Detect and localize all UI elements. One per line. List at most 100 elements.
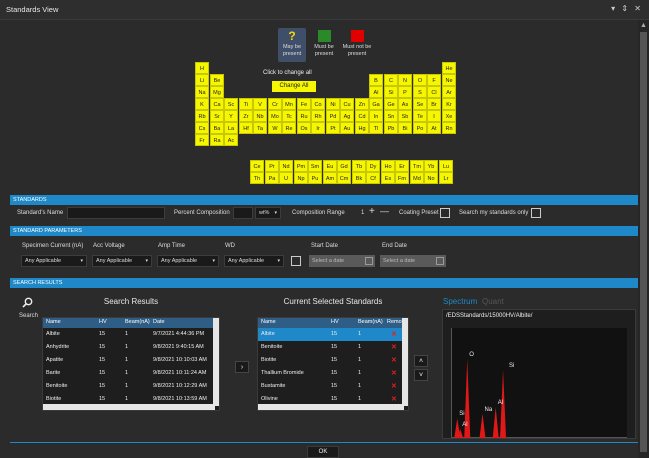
- element-am[interactable]: Am: [323, 172, 337, 184]
- element-md[interactable]: Md: [410, 172, 424, 184]
- table-row[interactable]: Albite 15 1 ✕: [258, 328, 408, 341]
- element-cd[interactable]: Cd: [355, 110, 369, 122]
- unit-dropdown[interactable]: wt% ▾: [255, 207, 281, 219]
- remove-icon[interactable]: ✕: [391, 343, 397, 351]
- element-ga[interactable]: Ga: [369, 98, 383, 110]
- search-icon[interactable]: [22, 297, 33, 310]
- element-pb[interactable]: Pb: [384, 122, 398, 134]
- tab-quant[interactable]: Quant: [482, 297, 504, 306]
- search-results-vscroll[interactable]: [213, 318, 219, 406]
- element-hf[interactable]: Hf: [239, 122, 253, 134]
- change-all-button[interactable]: Change All: [272, 81, 316, 92]
- element-es[interactable]: Es: [381, 172, 395, 184]
- legend-must-be-present[interactable]: Must be present: [311, 30, 337, 58]
- element-ge[interactable]: Ge: [384, 98, 398, 110]
- end-date-picker[interactable]: Select a date: [380, 255, 446, 267]
- element-sm[interactable]: Sm: [308, 160, 322, 172]
- table-row[interactable]: Apatite 15 1 9/8/2021 10:10:03 AM: [43, 354, 219, 367]
- element-fr[interactable]: Fr: [195, 134, 209, 146]
- element-ce[interactable]: Ce: [250, 160, 264, 172]
- current-selected-vscroll[interactable]: [402, 318, 408, 406]
- element-ac[interactable]: Ac: [224, 134, 238, 146]
- table-row[interactable]: Barite 15 1 9/8/2021 10:11:24 AM: [43, 367, 219, 380]
- element-pa[interactable]: Pa: [265, 172, 279, 184]
- element-xe[interactable]: Xe: [442, 110, 456, 122]
- element-al[interactable]: Al: [369, 86, 383, 98]
- composition-range-value[interactable]: 1: [361, 210, 364, 216]
- element-as[interactable]: As: [398, 98, 412, 110]
- remove-icon[interactable]: ✕: [391, 356, 397, 364]
- wd-dropdown[interactable]: Any Applicable ▾: [224, 255, 284, 267]
- window-scrollbar[interactable]: ▲ ▼: [638, 20, 649, 458]
- element-nd[interactable]: Nd: [279, 160, 293, 172]
- element-br[interactable]: Br: [427, 98, 441, 110]
- element-ba[interactable]: Ba: [210, 122, 224, 134]
- scroll-up-icon[interactable]: ▲: [640, 22, 647, 29]
- standards-name-input[interactable]: [67, 207, 165, 219]
- move-down-button[interactable]: ˅: [414, 369, 428, 381]
- scrollbar-thumb[interactable]: [640, 32, 647, 452]
- acc-voltage-dropdown[interactable]: Any Applicable ▾: [92, 255, 152, 267]
- element-cl[interactable]: Cl: [427, 86, 441, 98]
- col-date[interactable]: Date: [153, 319, 165, 325]
- element-rb[interactable]: Rb: [195, 110, 209, 122]
- window-controls[interactable]: ▾ ⇕ ✕: [611, 4, 643, 13]
- range-plus-button[interactable]: +: [369, 206, 375, 217]
- element-sb[interactable]: Sb: [398, 110, 412, 122]
- element-tl[interactable]: Tl: [369, 122, 383, 134]
- element-er[interactable]: Er: [395, 160, 409, 172]
- element-se[interactable]: Se: [413, 98, 427, 110]
- search-results-hscroll[interactable]: [43, 404, 215, 410]
- element-ir[interactable]: Ir: [311, 122, 325, 134]
- element-mg[interactable]: Mg: [210, 86, 224, 98]
- element-cr[interactable]: Cr: [268, 98, 282, 110]
- element-n[interactable]: N: [398, 74, 412, 86]
- element-c[interactable]: C: [384, 74, 398, 86]
- element-cm[interactable]: Cm: [337, 172, 351, 184]
- element-sn[interactable]: Sn: [384, 110, 398, 122]
- search-results-table[interactable]: Name HV Beam(nA) Date Albite 15 1 9/7/2021 …: [42, 317, 220, 411]
- element-ta[interactable]: Ta: [253, 122, 267, 134]
- element-ca[interactable]: Ca: [210, 98, 224, 110]
- current-selected-table[interactable]: Name HV Beam(nA) Remo Albite 15 1 ✕ Benitoit…: [257, 317, 409, 411]
- element-v[interactable]: V: [253, 98, 267, 110]
- table-row[interactable]: Benitoite 15 1 ✕: [258, 341, 408, 354]
- element-co[interactable]: Co: [311, 98, 325, 110]
- coating-preset-checkbox[interactable]: [440, 208, 450, 218]
- table-row[interactable]: Biotite 15 1 ✕: [258, 354, 408, 367]
- table-row[interactable]: Albite 15 1 9/7/2021 4:44:36 PM: [43, 328, 219, 341]
- element-th[interactable]: Th: [250, 172, 264, 184]
- element-zn[interactable]: Zn: [355, 98, 369, 110]
- tab-spectrum[interactable]: Spectrum: [443, 297, 477, 306]
- element-lu[interactable]: Lu: [439, 160, 453, 172]
- element-yb[interactable]: Yb: [424, 160, 438, 172]
- amp-time-dropdown[interactable]: Any Applicable ▾: [157, 255, 219, 267]
- element-lr[interactable]: Lr: [439, 172, 453, 184]
- element-zr[interactable]: Zr: [239, 110, 253, 122]
- element-ra[interactable]: Ra: [210, 134, 224, 146]
- current-selected-hscroll[interactable]: [258, 404, 404, 410]
- move-up-button[interactable]: ˄: [414, 355, 428, 367]
- element-i[interactable]: I: [427, 110, 441, 122]
- remove-icon[interactable]: ✕: [391, 395, 397, 403]
- search-my-standards-checkbox[interactable]: [531, 208, 541, 218]
- element-cu[interactable]: Cu: [340, 98, 354, 110]
- col-beam[interactable]: Beam(nA): [358, 319, 383, 325]
- element-sc[interactable]: Sc: [224, 98, 238, 110]
- element-he[interactable]: He: [442, 62, 456, 74]
- element-pt[interactable]: Pt: [326, 122, 340, 134]
- element-la[interactable]: La: [224, 122, 238, 134]
- element-sr[interactable]: Sr: [210, 110, 224, 122]
- col-name[interactable]: Name: [261, 319, 276, 325]
- element-re[interactable]: Re: [282, 122, 296, 134]
- element-gd[interactable]: Gd: [337, 160, 351, 172]
- element-os[interactable]: Os: [297, 122, 311, 134]
- remove-icon[interactable]: ✕: [391, 330, 397, 338]
- element-ru[interactable]: Ru: [297, 110, 311, 122]
- element-mo[interactable]: Mo: [268, 110, 282, 122]
- element-ag[interactable]: Ag: [340, 110, 354, 122]
- element-fe[interactable]: Fe: [297, 98, 311, 110]
- col-remove[interactable]: Remo: [387, 319, 402, 325]
- remove-icon[interactable]: ✕: [391, 369, 397, 377]
- table-row[interactable]: Benitoite 15 1 9/8/2021 10:12:29 AM: [43, 380, 219, 393]
